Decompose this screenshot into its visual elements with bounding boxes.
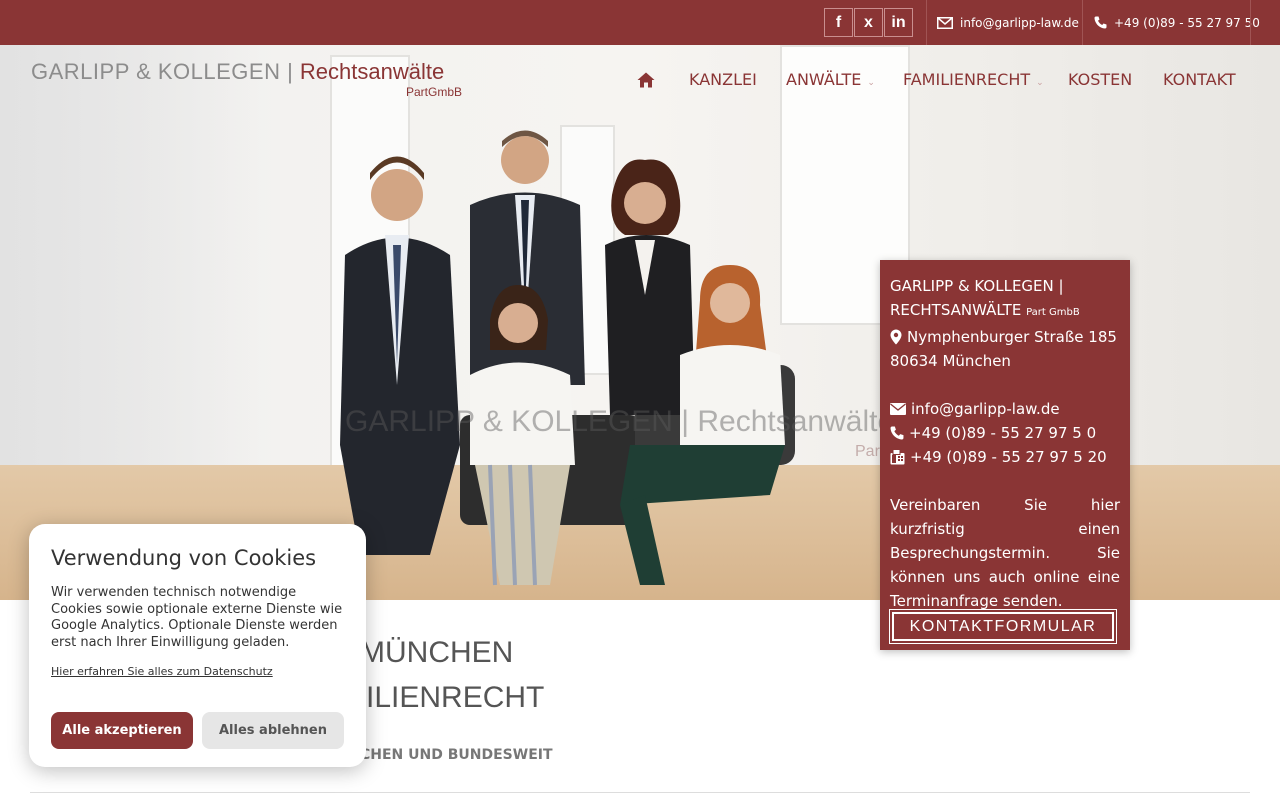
divider bbox=[1082, 0, 1083, 45]
hero-watermark-text: GARLIPP & KOLLEGEN | Rechtsanwälte bbox=[345, 405, 895, 438]
info-address: Nymphenburger Straße 185 bbox=[890, 325, 1120, 349]
privacy-link[interactable]: Hier erfahren Sie alles zum Datenschutz bbox=[51, 665, 344, 678]
info-email-link[interactable]: info@garlipp-law.de bbox=[890, 397, 1120, 421]
info-phone: +49 (0)89 - 55 27 97 5 0 bbox=[909, 424, 1097, 442]
phone-icon bbox=[890, 426, 904, 440]
hero-wall bbox=[0, 45, 260, 465]
logo-legal-form: PartGmbB bbox=[406, 85, 463, 99]
xing-icon[interactable]: x bbox=[854, 8, 883, 37]
logo-firm-name: GARLIPP & KOLLEGEN | bbox=[31, 59, 300, 84]
home-icon[interactable] bbox=[637, 72, 655, 88]
accept-all-button[interactable]: Alle akzeptieren bbox=[51, 712, 193, 749]
info-fax-number: +49 (0)89 - 55 27 97 5 20 bbox=[910, 448, 1107, 466]
topbar-email-text: info@garlipp-law.de bbox=[960, 15, 1079, 30]
nav-item-label: FAMILIENRECHT bbox=[903, 70, 1031, 89]
top-bar: f x in info@garlipp-law.de +49 (0)89 - 5… bbox=[0, 0, 1280, 45]
nav-item-label: KANZLEI bbox=[689, 70, 757, 89]
chevron-down-icon: ⌄ bbox=[867, 78, 875, 88]
linkedin-icon[interactable]: in bbox=[884, 8, 913, 37]
contact-form-button[interactable]: KONTAKTFORMULAR bbox=[889, 609, 1117, 644]
site-logo[interactable]: GARLIPP & KOLLEGEN | Rechtsanwälte PartG… bbox=[31, 59, 462, 99]
info-city: 80634 München bbox=[890, 352, 1011, 370]
info-firm-name: RECHTSANWÄLTE bbox=[890, 301, 1022, 319]
nav-item-kontakt[interactable]: KONTAKT bbox=[1163, 70, 1236, 89]
info-firm-line1: GARLIPP & KOLLEGEN | bbox=[890, 277, 1064, 295]
nav-item-label: ANWÄLTE bbox=[786, 70, 862, 89]
info-firm-line2: RECHTSANWÄLTE Part GmbB bbox=[890, 298, 1120, 325]
info-phone-link[interactable]: +49 (0)89 - 55 27 97 5 0 bbox=[890, 421, 1120, 445]
map-marker-icon bbox=[890, 329, 902, 345]
info-fax: +49 (0)89 - 55 27 97 5 20 bbox=[890, 445, 1120, 469]
divider bbox=[926, 0, 927, 45]
nav-item-anwaelte[interactable]: ANWÄLTE ⌄ bbox=[786, 70, 875, 89]
chevron-down-icon: ⌄ bbox=[1036, 78, 1044, 88]
nav-item-familienrecht[interactable]: FAMILIENRECHT ⌄ bbox=[903, 70, 1044, 89]
reject-all-button[interactable]: Alles ablehnen bbox=[202, 712, 344, 749]
cookie-title: Verwendung von Cookies bbox=[51, 546, 317, 570]
page-title-line1: MÜNCHEN bbox=[360, 636, 514, 669]
nav-item-kosten[interactable]: KOSTEN bbox=[1068, 70, 1132, 89]
logo-profession: Rechtsanwälte bbox=[299, 59, 445, 84]
cookie-consent-dialog: Verwendung von Cookies Wir verwenden tec… bbox=[29, 524, 366, 767]
divider bbox=[30, 792, 1250, 793]
envelope-icon bbox=[890, 403, 906, 415]
topbar-email-link[interactable]: info@garlipp-law.de bbox=[937, 0, 1079, 45]
page-title-line2: ILIENRECHT bbox=[366, 681, 545, 714]
info-firm-suffix: Part GmbB bbox=[1026, 307, 1080, 318]
phone-icon bbox=[1094, 16, 1107, 29]
cookie-text: Wir verwenden technisch notwendige Cooki… bbox=[51, 585, 343, 650]
envelope-icon bbox=[937, 16, 953, 29]
contact-info-box: GARLIPP & KOLLEGEN | RECHTSANWÄLTE Part … bbox=[880, 260, 1130, 650]
topbar-phone-text: +49 (0)89 - 55 27 97 50 bbox=[1114, 15, 1260, 30]
facebook-icon[interactable]: f bbox=[824, 8, 853, 37]
nav-item-label: KOSTEN bbox=[1068, 70, 1133, 89]
fax-icon bbox=[890, 449, 905, 465]
nav-item-kanzlei[interactable]: KANZLEI bbox=[689, 70, 757, 89]
team-photo bbox=[340, 130, 795, 586]
info-email: info@garlipp-law.de bbox=[911, 400, 1060, 418]
topbar-phone-link[interactable]: +49 (0)89 - 55 27 97 50 bbox=[1094, 0, 1260, 45]
hero-watermark: GARLIPP & KOLLEGEN | Rechtsanwälte PartG… bbox=[345, 405, 930, 460]
info-appointment-text: Vereinbaren Sie hier kurzfristig einen B… bbox=[890, 496, 1120, 610]
divider bbox=[1250, 0, 1251, 45]
info-street: Nymphenburger Straße 185 bbox=[907, 328, 1117, 346]
page-subtitle: CHEN UND BUNDESWEIT bbox=[360, 747, 553, 763]
nav-item-label: KONTAKT bbox=[1163, 70, 1236, 89]
